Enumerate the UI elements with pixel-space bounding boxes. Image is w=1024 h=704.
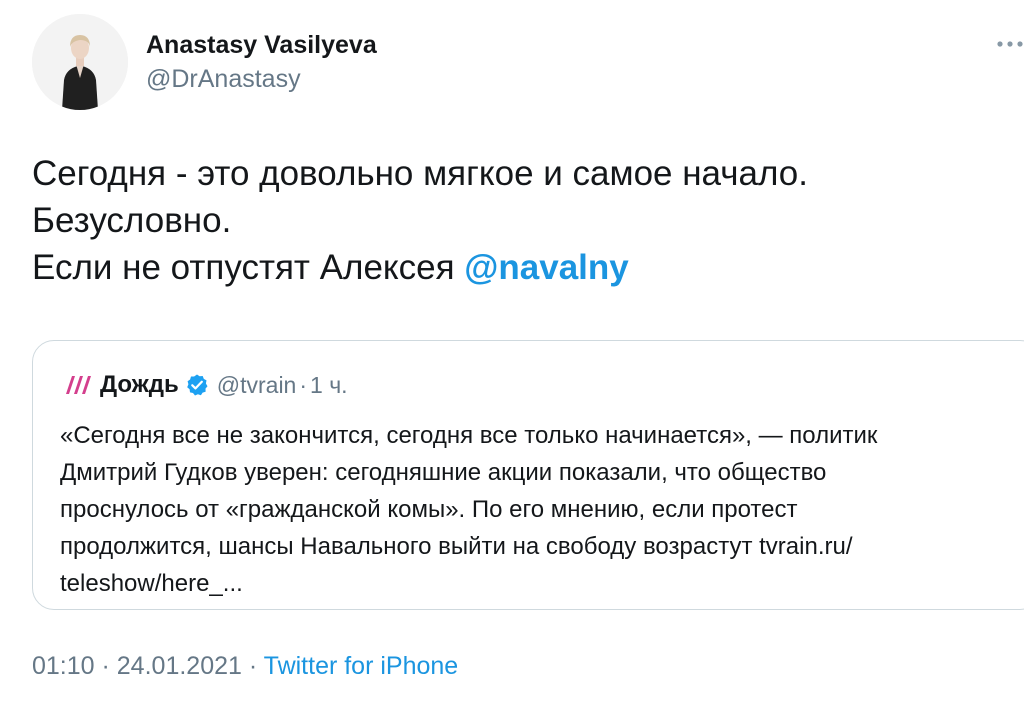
tweet: Anastasy Vasilyeva @DrAnastasy Сегодня -…: [0, 0, 1024, 704]
quoted-text-line: teleshow/here_...: [60, 570, 243, 597]
tweet-text: Сегодня - это довольно мягкое и самое на…: [32, 150, 992, 291]
separator-dot: ·: [241, 652, 264, 680]
quoted-author-handle[interactable]: @tvrain: [217, 372, 297, 399]
quoted-text-line: продолжится, шансы Навального выйти на с…: [60, 533, 853, 560]
tweet-time[interactable]: 01:10: [32, 652, 95, 680]
tweet-text-line: Безусловно.: [32, 201, 232, 240]
tweet-text-prefix: Если не отпустят Алексея: [32, 248, 465, 287]
tweet-date[interactable]: 24.01.2021: [117, 652, 242, 680]
quoted-tweet-card[interactable]: Дождь @tvrain · 1 ч. «Сегодня все не зак…: [32, 340, 1024, 610]
tvrain-logo-icon: [66, 376, 91, 394]
more-options-button[interactable]: [996, 34, 1024, 54]
profile-photo-icon: [32, 14, 128, 110]
verified-badge-icon: [186, 374, 208, 396]
quoted-text-line: «Сегодня все не закончится, сегодня все …: [60, 422, 878, 449]
tweet-source-link[interactable]: Twitter for iPhone: [264, 652, 459, 680]
separator-dot: ·: [299, 371, 308, 398]
mention-link[interactable]: @navalny: [464, 248, 628, 287]
separator-dot: ·: [94, 652, 117, 680]
tweet-text-line: Если не отпустят Алексея @navalny: [32, 244, 992, 291]
tweet-metadata: 01:10 · 24.01.2021 · Twitter for iPhone: [32, 652, 458, 681]
more-options-icon: [997, 41, 1023, 47]
author-handle[interactable]: @DrAnastasy: [146, 65, 301, 94]
quoted-text-line: Дмитрий Гудков уверен: сегодняшние акции…: [60, 459, 827, 486]
quoted-tweet-header: Дождь @tvrain · 1 ч.: [61, 369, 348, 401]
quoted-tweet-text: «Сегодня все не закончится, сегодня все …: [60, 417, 1020, 602]
quoted-tweet-time[interactable]: 1 ч.: [310, 372, 348, 399]
quoted-author-name[interactable]: Дождь: [100, 371, 179, 399]
author-avatar[interactable]: [32, 14, 128, 110]
author-name[interactable]: Anastasy Vasilyeva: [146, 31, 377, 60]
tweet-text-line: Сегодня - это довольно мягкое и самое на…: [32, 154, 808, 193]
quoted-text-line: проснулось от «гражданской комы». По его…: [60, 496, 798, 523]
